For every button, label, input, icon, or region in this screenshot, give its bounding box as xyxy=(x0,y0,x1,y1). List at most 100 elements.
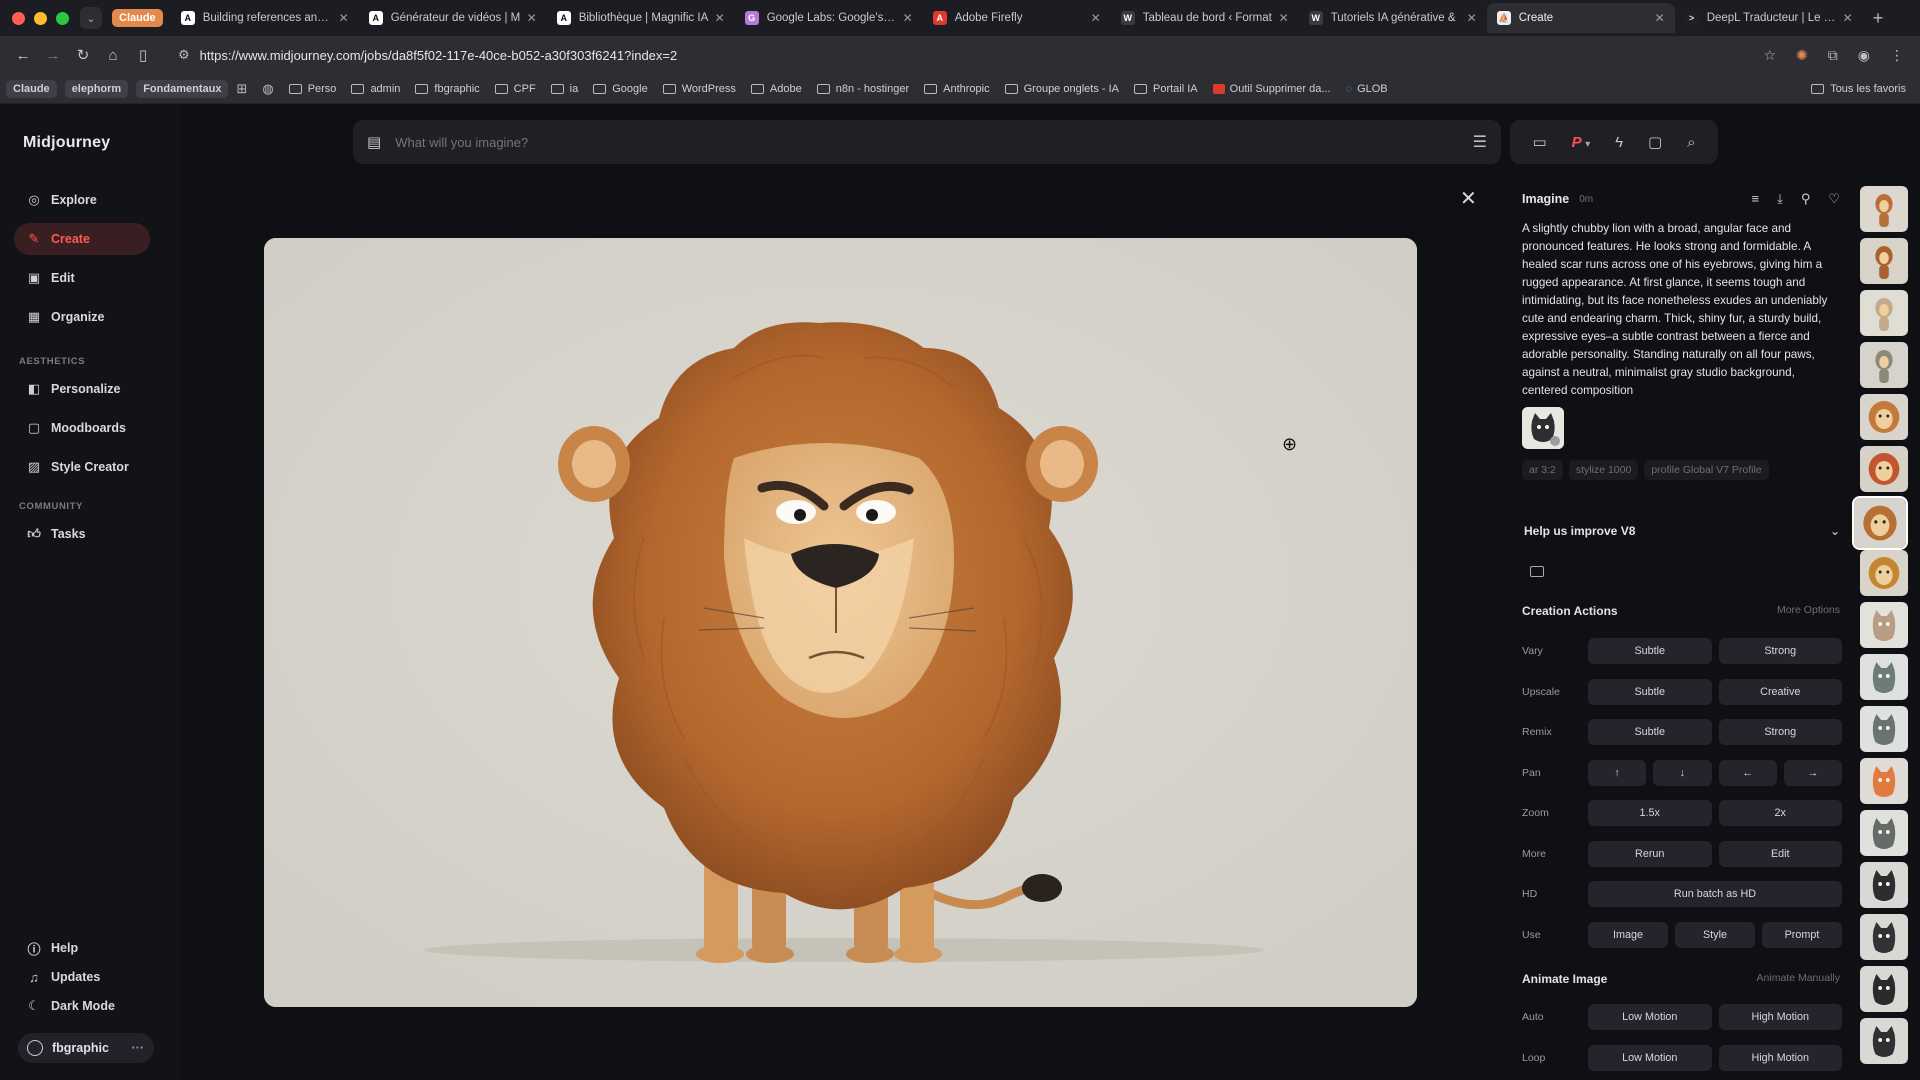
tab-group-claude[interactable]: Claude xyxy=(112,9,163,27)
extensions-puzzle-icon[interactable]: ⧉ xyxy=(1828,47,1838,64)
zoom-button[interactable]: 1.5x xyxy=(1588,800,1712,826)
apps-grid-icon[interactable]: ⊞ xyxy=(236,81,247,97)
history-thumbnail[interactable] xyxy=(1860,602,1908,648)
auto-button[interactable]: High Motion xyxy=(1718,1004,1842,1030)
generated-image[interactable] xyxy=(264,238,1417,1007)
remix-button[interactable]: Subtle xyxy=(1588,719,1712,745)
close-window-button[interactable] xyxy=(12,11,25,25)
close-tab-icon[interactable]: ✕ xyxy=(903,11,913,25)
bookmark-folder[interactable]: Groupe onglets - IA xyxy=(1004,83,1119,95)
close-tab-icon[interactable]: ✕ xyxy=(1467,11,1477,25)
tab-search-dropdown-icon[interactable]: ⌄ xyxy=(80,7,102,29)
sidebar-item-create[interactable]: ✎ Create xyxy=(14,223,150,255)
sidebar-item-personalize[interactable]: ◧ Personalize xyxy=(14,373,150,405)
history-thumbnail[interactable] xyxy=(1860,810,1908,856)
close-tab-icon[interactable]: ✕ xyxy=(527,11,537,25)
history-thumbnail[interactable] xyxy=(1860,446,1908,492)
settings-sliders-icon[interactable]: ☰ xyxy=(1473,132,1487,152)
bookmark-folder[interactable]: WordPress xyxy=(662,83,736,95)
bookmark-folder[interactable]: Adobe xyxy=(750,83,802,95)
history-thumbnail[interactable] xyxy=(1860,550,1908,596)
heart-icon[interactable]: ♡ xyxy=(1828,191,1840,207)
more-button[interactable]: Edit xyxy=(1718,840,1842,867)
list-icon[interactable]: ≡ xyxy=(1751,191,1759,207)
more-options-link[interactable]: More Options xyxy=(1777,604,1840,618)
loop-button[interactable]: Low Motion xyxy=(1588,1044,1712,1071)
bookmark-folder[interactable]: Anthropic xyxy=(924,83,990,95)
browser-menu-icon[interactable]: ⋮ xyxy=(1890,47,1904,64)
history-thumbnail[interactable] xyxy=(1860,966,1908,1012)
app-logo[interactable]: Midjourney xyxy=(23,134,110,152)
upscale-button[interactable]: Subtle xyxy=(1588,678,1712,705)
zoom-button[interactable]: 2x xyxy=(1718,800,1842,826)
sidebar-item-tasks[interactable]: 👍︎ Tasks xyxy=(14,518,150,550)
close-tab-icon[interactable]: ✕ xyxy=(339,11,349,25)
upscale-button[interactable]: Creative xyxy=(1718,678,1842,705)
bookmark-folder[interactable]: ia xyxy=(550,83,578,95)
prompt-text[interactable]: A slightly chubby lion with a broad, ang… xyxy=(1522,220,1840,400)
bookmark-folder[interactable]: CPF xyxy=(494,83,536,95)
bookmark-folder[interactable]: fbgraphic xyxy=(415,83,480,95)
bookmark-folder[interactable]: n8n - hostinger xyxy=(816,83,909,95)
browser-tab[interactable]: > DeepL Traducteur | Le me ✕ xyxy=(1675,3,1863,33)
history-thumbnail[interactable] xyxy=(1860,290,1908,336)
home-icon[interactable]: ⌂ xyxy=(98,47,128,64)
pan-button[interactable]: → xyxy=(1783,759,1842,786)
sidebar-toggle-icon[interactable]: ▯ xyxy=(128,46,158,64)
pin-icon[interactable]: ⚲ xyxy=(1801,191,1811,207)
use-button[interactable]: Prompt xyxy=(1762,921,1842,948)
chat-icon[interactable]: ▢ xyxy=(1648,133,1662,151)
history-thumbnail[interactable] xyxy=(1860,342,1908,388)
help-improve-toggle[interactable]: Help us improve V8 ⌄ xyxy=(1524,524,1840,538)
hd-button[interactable]: Run batch as HD xyxy=(1588,881,1842,907)
remix-button[interactable]: Strong xyxy=(1718,719,1842,745)
history-thumbnail[interactable] xyxy=(1860,1018,1908,1064)
url-field[interactable]: ⚙ https://www.midjourney.com/jobs/da8f5f… xyxy=(178,41,1763,69)
use-button[interactable]: Image xyxy=(1588,921,1668,948)
bookmark-folder[interactable]: Portail IA xyxy=(1134,83,1198,95)
minimize-window-button[interactable] xyxy=(34,11,47,25)
vary-button[interactable]: Subtle xyxy=(1588,638,1712,664)
history-thumbnail[interactable] xyxy=(1860,394,1908,440)
auto-button[interactable]: Low Motion xyxy=(1588,1004,1712,1030)
close-tab-icon[interactable]: ✕ xyxy=(1655,11,1665,25)
history-thumbnail[interactable] xyxy=(1860,238,1908,284)
history-thumbnail[interactable] xyxy=(1860,758,1908,804)
pan-button[interactable]: ↑ xyxy=(1588,759,1647,786)
browser-tab[interactable]: W Tableau de bord ‹ Format ✕ xyxy=(1111,3,1299,33)
browser-tab[interactable]: A Building references and g ✕ xyxy=(171,3,359,33)
all-bookmarks[interactable]: Tous les favoris xyxy=(1811,83,1920,95)
sidebar-item-edit[interactable]: ▣ Edit xyxy=(14,262,150,294)
site-settings-icon[interactable]: ⚙ xyxy=(178,47,190,63)
animate-manually-link[interactable]: Animate Manually xyxy=(1757,972,1840,986)
profile-icon[interactable]: ◉ xyxy=(1858,47,1870,64)
close-tab-icon[interactable]: ✕ xyxy=(1091,11,1101,25)
close-tab-icon[interactable]: ✕ xyxy=(1843,11,1853,25)
history-thumbnail[interactable] xyxy=(1860,186,1908,232)
bookmark-folder[interactable]: Google xyxy=(593,83,648,95)
browser-tab[interactable]: G Google Labs: Google's hu ✕ xyxy=(735,3,923,33)
user-menu[interactable]: fbgraphic ··· xyxy=(18,1033,154,1063)
sidebar-item-moodboards[interactable]: ▢ Moodboards xyxy=(14,412,150,444)
back-icon[interactable]: ← xyxy=(8,47,38,64)
browser-tab[interactable]: ⛵ Create ✕ xyxy=(1486,3,1675,33)
prompt-input[interactable] xyxy=(395,134,1473,150)
forward-icon[interactable]: → xyxy=(38,47,68,64)
bookmark-outil[interactable]: Outil Supprimer da... xyxy=(1212,83,1331,95)
browser-tab[interactable]: W Tutoriels IA générative & ✕ xyxy=(1299,3,1487,33)
history-thumbnail[interactable] xyxy=(1860,862,1908,908)
folder-icon[interactable]: ▭ xyxy=(1532,133,1546,151)
bookmark-glob[interactable]: ◌ GLOB xyxy=(1346,83,1388,95)
loop-button[interactable]: High Motion xyxy=(1718,1044,1842,1071)
sidebar-item-updates[interactable]: ♫ Updates xyxy=(14,961,150,993)
bookmark-pill[interactable]: Claude xyxy=(6,79,57,98)
browser-tab[interactable]: A Adobe Firefly ✕ xyxy=(923,3,1111,33)
close-tab-icon[interactable]: ✕ xyxy=(715,11,725,25)
sidebar-item-help[interactable]: ⓘ Help xyxy=(14,932,150,964)
bookmark-star-icon[interactable]: ☆ xyxy=(1763,47,1776,64)
close-icon[interactable]: ✕ xyxy=(1460,186,1477,211)
tag-stylize[interactable]: stylize 1000 xyxy=(1568,460,1639,480)
use-button[interactable]: Style xyxy=(1675,921,1755,948)
maximize-window-button[interactable] xyxy=(56,11,69,25)
tag-aspect-ratio[interactable]: ar 3:2 xyxy=(1522,460,1563,480)
